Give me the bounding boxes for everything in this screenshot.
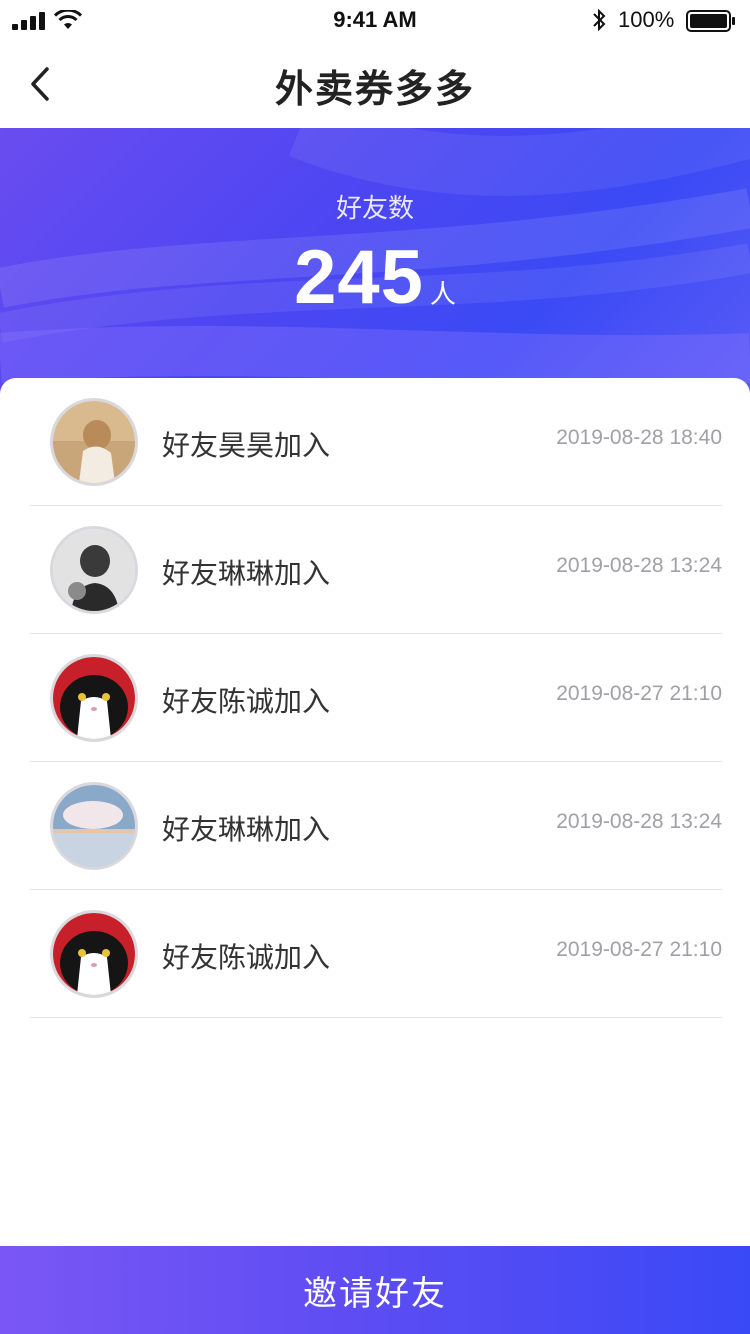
join-time: 2019-08-27 21:10 [556,682,722,705]
friend-join-text: 好友陈诚加入 [162,686,331,717]
join-time: 2019-08-27 21:10 [556,938,722,961]
bluetooth-icon [593,8,606,32]
friend-join-text: 好友陈诚加入 [162,942,331,973]
friend-list: 好友昊昊加入 2019-08-28 18:40 好友琳琳加入 2019-08-2… [0,378,750,1246]
friend-count: 245 人 [0,234,750,321]
list-item[interactable]: 好友陈诚加入 2019-08-27 21:10 [30,890,722,1018]
join-time: 2019-08-28 13:24 [556,554,722,577]
avatar [50,398,138,486]
avatar [50,910,138,998]
friend-join-text: 好友昊昊加入 [162,430,331,461]
list-item[interactable]: 好友昊昊加入 2019-08-28 18:40 [30,378,722,506]
avatar [50,526,138,614]
page-title: 外卖券多多 [274,69,475,111]
list-item[interactable]: 好友陈诚加入 2019-08-27 21:10 [30,634,722,762]
friend-join-text: 好友琳琳加入 [162,814,331,845]
join-time: 2019-08-28 13:24 [556,810,722,833]
list-item[interactable]: 好友琳琳加入 2019-08-28 13:24 [30,762,722,890]
battery-icon [686,10,735,32]
battery-percent: 100% [618,7,675,32]
navigation-bar: 外卖券多多 [0,40,750,128]
avatar [50,782,138,870]
friend-count-value: 245 [294,235,424,320]
list-item[interactable]: 好友琳琳加入 2019-08-28 13:24 [30,506,722,634]
invite-friends-button[interactable]: 邀请好友 [0,1246,750,1334]
friend-join-text: 好友琳琳加入 [162,558,331,589]
friend-count-label: 好友数 [335,193,414,223]
join-time: 2019-08-28 18:40 [556,426,722,449]
avatar [50,654,138,742]
friend-count-unit: 人 [429,279,456,309]
friend-count-banner: 好友数 245 人 [0,128,750,408]
status-bar: 9:41 AM 100% [0,0,750,40]
